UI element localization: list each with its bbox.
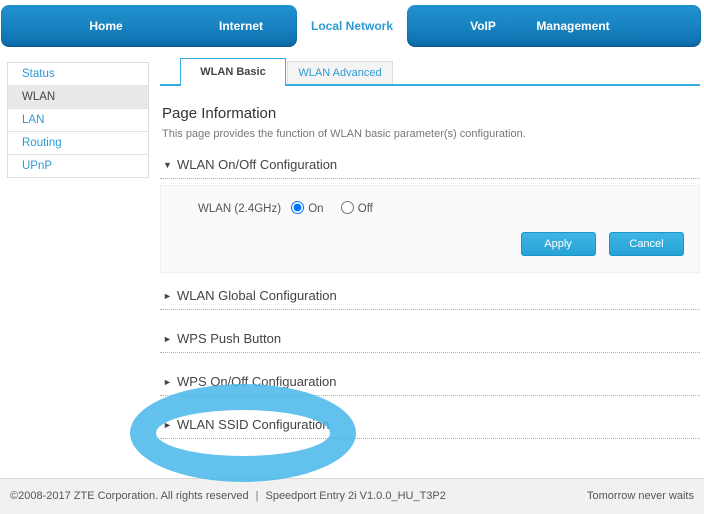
- sidebar-item-upnp[interactable]: UPnP: [8, 155, 148, 178]
- tab-wlan-advanced[interactable]: WLAN Advanced: [287, 61, 393, 84]
- section-title: WPS On/Off Configuaration: [177, 374, 336, 389]
- nav-item-internet[interactable]: Internet: [191, 5, 291, 47]
- section-wps-push-button: ►WPS Push Button: [160, 331, 700, 353]
- radio-label-on: On: [308, 203, 323, 215]
- sidebar-menu: Status WLAN LAN Routing UPnP: [7, 62, 149, 178]
- sidebar-item-wlan[interactable]: WLAN: [8, 86, 148, 109]
- wlan-tab-bar: WLAN Basic WLAN Advanced: [160, 58, 700, 86]
- wlan-toggle-row: WLAN (2.4GHz) On Off: [176, 201, 684, 215]
- section-list: ▼WLAN On/Off Configuration WLAN (2.4GHz)…: [160, 157, 700, 439]
- page-description: This page provides the function of WLAN …: [162, 128, 700, 140]
- section-title: WLAN On/Off Configuration: [177, 157, 337, 172]
- button-row: Apply Cancel: [176, 232, 684, 256]
- cancel-button[interactable]: Cancel: [609, 232, 684, 256]
- section-header-wlan-onoff[interactable]: ▼WLAN On/Off Configuration: [160, 157, 700, 179]
- section-wps-onoff: ►WPS On/Off Configuaration: [160, 374, 700, 396]
- expand-arrow-icon: ►: [163, 417, 177, 433]
- tab-wlan-basic[interactable]: WLAN Basic: [180, 58, 286, 86]
- section-header-wlan-global[interactable]: ►WLAN Global Configuration: [160, 288, 700, 310]
- radio-option-off[interactable]: Off: [341, 203, 373, 215]
- page-title: Page Information: [162, 105, 700, 122]
- router-admin-page: Home Internet Local Network VoIP Managem…: [0, 0, 704, 514]
- sidebar-item-routing[interactable]: Routing: [8, 132, 148, 155]
- section-header-wlan-ssid[interactable]: ►WLAN SSID Configuration: [160, 417, 700, 439]
- nav-item-voip[interactable]: VoIP: [433, 5, 533, 47]
- wlan-off-radio[interactable]: [341, 201, 354, 214]
- expand-arrow-icon: ►: [163, 288, 177, 304]
- nav-item-local-network[interactable]: Local Network: [296, 5, 408, 47]
- wlan-onoff-radio-group: On Off: [291, 201, 387, 215]
- copyright-text: ©2008-2017 ZTE Corporation. All rights r…: [10, 490, 249, 502]
- radio-option-on[interactable]: On: [291, 203, 323, 215]
- main-content: WLAN Basic WLAN Advanced Page Informatio…: [160, 58, 700, 460]
- radio-label-off: Off: [358, 203, 373, 215]
- top-navigation: Home Internet Local Network VoIP Managem…: [1, 5, 701, 47]
- apply-button[interactable]: Apply: [521, 232, 596, 256]
- sidebar-item-status[interactable]: Status: [8, 63, 148, 86]
- wlan-on-radio[interactable]: [291, 201, 304, 214]
- expand-arrow-icon: ►: [163, 331, 177, 347]
- nav-item-home[interactable]: Home: [56, 5, 156, 47]
- sidebar-item-lan[interactable]: LAN: [8, 109, 148, 132]
- footer-slogan: Tomorrow never waits: [587, 479, 694, 514]
- nav-item-management[interactable]: Management: [523, 5, 623, 47]
- section-title: WPS Push Button: [177, 331, 281, 346]
- wlan-2-4ghz-label: WLAN (2.4GHz): [176, 203, 288, 215]
- section-wlan-onoff: ▼WLAN On/Off Configuration WLAN (2.4GHz)…: [160, 157, 700, 273]
- footer: ©2008-2017 ZTE Corporation. All rights r…: [0, 478, 704, 514]
- section-wlan-global: ►WLAN Global Configuration: [160, 288, 700, 310]
- section-title: WLAN SSID Configuration: [177, 417, 329, 432]
- section-title: WLAN Global Configuration: [177, 288, 337, 303]
- footer-left: ©2008-2017 ZTE Corporation. All rights r…: [10, 479, 446, 514]
- collapse-arrow-icon: ▼: [163, 157, 177, 173]
- wlan-onoff-panel: WLAN (2.4GHz) On Off Apply Cancel: [160, 185, 700, 273]
- expand-arrow-icon: ►: [163, 374, 177, 390]
- section-header-wps-push-button[interactable]: ►WPS Push Button: [160, 331, 700, 353]
- section-header-wps-onoff[interactable]: ►WPS On/Off Configuaration: [160, 374, 700, 396]
- footer-separator: |: [256, 490, 259, 502]
- section-wlan-ssid: ►WLAN SSID Configuration: [160, 417, 700, 439]
- firmware-version: Speedport Entry 2i V1.0.0_HU_T3P2: [265, 490, 445, 502]
